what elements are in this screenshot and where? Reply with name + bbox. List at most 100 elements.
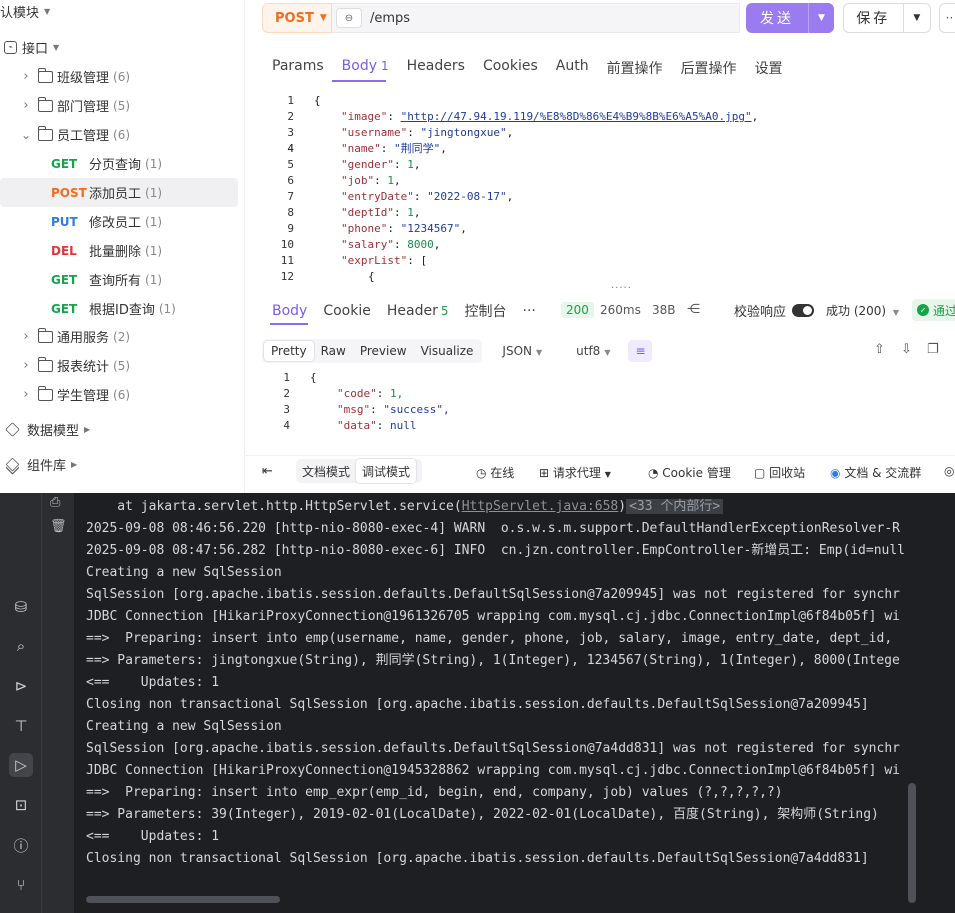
response-toolbar: Pretty Raw Preview Visualize JSON ▼ utf8 ▼ ≡ [262,338,653,363]
component-lib-item[interactable]: 组件库 ▶ [0,450,238,479]
chevron-right-icon[interactable]: › [20,387,32,402]
response-tab[interactable]: Header 5 [387,303,449,319]
encoding-dropdown[interactable]: utf8 ▼ [576,344,610,358]
tab-auth[interactable]: Auth [556,58,589,78]
send-button[interactable]: 发送 ▼ [746,3,834,33]
language-dropdown[interactable]: JSON ▼ [502,344,542,358]
url-input[interactable]: ⊖ /emps [332,3,740,33]
endpoint-label: 根据ID查询 [89,303,155,318]
sidebar-folder[interactable]: ⌄ 员工管理 (6) [0,120,238,149]
method-select[interactable]: POST ▼ [262,3,332,33]
tab-前置操作[interactable]: 前置操作 [607,58,663,78]
http-method-label: DEL [51,243,77,258]
sidebar-folder[interactable]: › 部门管理 (5) [0,91,238,120]
run-icon[interactable]: ▷ [9,753,33,777]
services-icon[interactable]: ⊳ [9,674,33,698]
sidebar-endpoint[interactable]: GET 查询所有 (1) [0,265,238,294]
tab-设置[interactable]: 设置 [755,58,783,78]
format-option[interactable]: Preview [353,341,414,361]
sidebar-endpoint[interactable]: PUT 修改员工 (1) [0,207,238,236]
tab-label: 前置操作 [606,61,663,77]
json-value: "http://47.94.19.119/%E8%8D%86%E4%B9%8B%… [400,110,752,123]
chevron-down-icon[interactable]: ▼ [808,3,834,33]
response-tab[interactable]: Cookie [323,303,371,319]
upload-icon[interactable]: ⇧ [874,342,885,357]
chevron-down-icon[interactable]: ▼ [902,4,930,32]
response-body-viewer[interactable]: 1 {2 "code": 1, 3 "msg": "success", 4 "data": … [246,370,955,440]
log-line: ==> Preparing: insert into emp_expr(emp_… [86,785,783,800]
tab-badge: 5 [440,304,449,318]
tab-label: 后置操作 [680,61,737,77]
tab-body[interactable]: Body 1 [342,58,389,78]
request-body-editor[interactable]: 1 {2 "image": "http://47.94.19.119/%E8%8D%… [246,92,955,286]
more-icon[interactable]: ·· [939,3,955,33]
vertical-scrollbar[interactable] [908,783,916,903]
chevron-right-icon[interactable]: › [20,69,32,84]
sidebar-folder[interactable]: › 报表统计 (5) [0,351,238,380]
sidebar-folder[interactable]: › 学生管理 (6) [0,380,238,409]
chevron-right-icon[interactable]: › [20,98,32,113]
copy-icon[interactable]: ❐ [927,342,939,357]
format-option[interactable]: Raw [314,341,353,361]
doc-mode-button[interactable]: 文档模式 [296,459,356,483]
sidebar-folder[interactable]: › 通用服务 (2) [0,322,238,351]
docs-community[interactable]: ◉ 文档 & 交流群 [830,464,921,481]
result-dropdown[interactable]: 成功 (200) ▼ [826,302,899,319]
share-icon[interactable]: ⋲ [687,302,700,317]
sidebar-folder[interactable]: › 班级管理 (6) [0,62,238,91]
chevron-right-icon[interactable]: › [20,329,32,344]
print-icon[interactable]: ⎙ [50,495,60,510]
toggle-switch[interactable] [792,304,815,317]
git-icon[interactable]: ⑂ [9,873,33,897]
request-proxy[interactable]: ⊞ 请求代理 ▼ [539,464,611,481]
sidebar-endpoint[interactable]: POST 添加员工 (1) [0,178,238,207]
folded-lines-badge[interactable]: <33 个内部行> [626,499,724,514]
line-number: 4 [283,419,290,432]
tab-后置操作[interactable]: 后置操作 [681,58,737,78]
search-icon[interactable]: ⌕ [9,634,33,658]
problems-icon[interactable]: ⓘ [9,833,33,857]
sidebar-endpoint[interactable]: DEL 批量删除 (1) [0,236,238,265]
resize-handle-icon[interactable]: ····· [611,283,632,294]
interface-group[interactable]: ⌁ 接口 ▼ [0,33,238,62]
chevron-right-icon[interactable]: › [20,358,32,373]
download-icon[interactable]: ⇩ [901,342,912,357]
log-line: 2025-09-08 08:47:56.282 [http-nio-8080-e… [86,543,906,558]
trash-icon[interactable]: 🗑 [50,519,67,534]
tab-cookies[interactable]: Cookies [483,58,538,78]
request-tabs: Params Body 1 Headers Cookies Auth 前置操作 后置操作 设置 [272,58,801,78]
horizontal-scrollbar[interactable] [86,896,280,903]
database-icon[interactable]: ⛁ [9,595,33,619]
terminal-icon[interactable]: ⊡ [9,793,33,817]
collapse-sidebar-icon[interactable]: ⇤ [262,464,273,479]
wrap-lines-icon[interactable]: ≡ [628,339,653,362]
debug-mode-button[interactable]: 调试模式 [356,459,417,483]
format-option[interactable]: Pretty [264,340,314,361]
log-line: ==> Preparing: insert into emp(username,… [86,631,893,646]
code-line: { [368,269,375,285]
json-value: "荆同学" [394,142,441,155]
data-model-item[interactable]: 数据模型 ▶ [0,415,238,444]
validate-response-toggle[interactable]: 校验响应 [734,301,815,320]
build-icon[interactable]: ⊤ [9,714,33,738]
format-option[interactable]: Visualize [414,341,481,361]
sidebar-endpoint[interactable]: GET 分页查询 (1) [0,149,238,178]
module-selector[interactable]: 认模块 ▼ [0,0,238,26]
recycle-bin[interactable]: ▢ 回收站 [754,464,805,481]
response-tab[interactable]: 控制台 [465,301,507,321]
tab-params[interactable]: Params [272,58,324,78]
online-status[interactable]: ◷ 在线 [476,464,514,481]
cookie-manager[interactable]: ◔ Cookie 管理 [648,464,731,481]
log-line: 2025-09-08 08:46:56.220 [http-nio-8080-e… [86,521,900,536]
tab-headers[interactable]: Headers [407,58,465,78]
more-tabs-icon[interactable]: ··· [523,303,536,319]
save-button[interactable]: 保存 ▼ [843,3,931,33]
console-output[interactable]: at jakarta.servlet.http.HttpServlet.serv… [74,493,918,893]
sidebar-endpoint[interactable]: GET 根据ID查询 (1) [0,294,238,323]
help-icon[interactable]: ◎ [944,464,954,478]
json-value: null [390,419,417,432]
chevron-down-icon[interactable]: ⌄ [20,128,32,142]
source-link[interactable]: HttpServlet.java:658 [462,499,619,514]
response-tab[interactable]: Body [272,303,307,319]
link-icon[interactable]: ⊖ [336,8,362,28]
